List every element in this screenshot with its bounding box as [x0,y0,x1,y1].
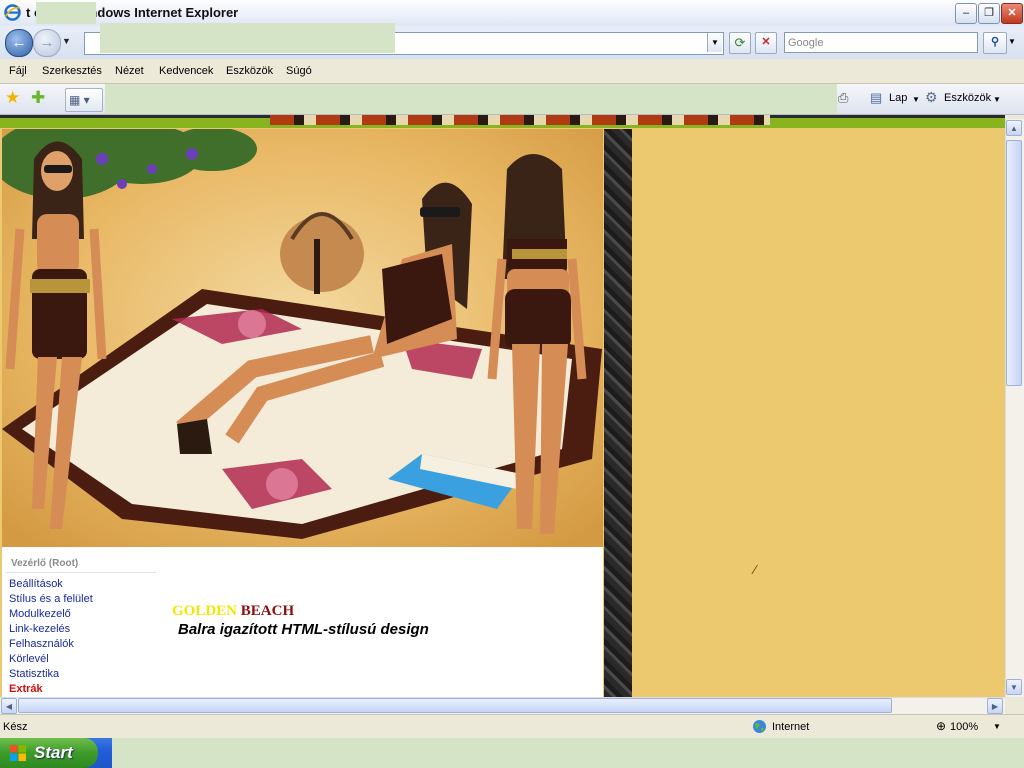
sidebar-item-users[interactable]: Felhasználók [9,638,74,650]
security-zone: Internet [772,721,810,733]
windows-logo-icon [9,744,27,762]
globe-icon [752,719,767,734]
sidebar-item-statistics[interactable]: Statisztika [9,668,59,680]
back-button[interactable]: ← [5,29,33,57]
scroll-down-button[interactable]: ▼ [1006,679,1022,695]
print-icon[interactable]: ⎙ [838,90,848,106]
menu-help[interactable]: Súgó [286,65,312,77]
title-beach: BEACH [240,603,295,619]
redacted-region [36,2,96,24]
favorites-star-icon[interactable]: ★ [5,88,20,108]
gear-icon[interactable]: ⚙ [925,89,938,106]
page-menu[interactable]: Lap [889,92,907,104]
scroll-left-button[interactable]: ◀ [1,698,17,714]
horizontal-scroll-thumb[interactable] [18,698,892,713]
redacted-region [100,23,395,53]
menu-bar [0,59,1024,84]
sidebar-heading: Vezérlő (Root) [11,558,79,569]
redacted-region [112,738,1024,768]
vertical-scroll-thumb[interactable] [1006,140,1022,386]
sidebar-item-style[interactable]: Stílus és a felület [9,593,93,605]
tools-menu[interactable]: Eszközök [944,92,991,104]
page-icon[interactable]: ▤ [870,90,882,106]
menu-favorites[interactable]: Kedvencek [159,65,213,77]
add-favorite-icon[interactable]: ✚ [31,88,45,108]
beach-header-image [2,129,603,547]
sidebar-item-links[interactable]: Link-kezelés [9,623,70,635]
zoom-level[interactable]: 100% [950,721,978,733]
refresh-button[interactable]: ⟳ [729,32,751,54]
forward-button[interactable]: → [33,29,61,57]
status-text: Kész [3,721,28,733]
ie-logo-icon [4,4,21,21]
scroll-up-button[interactable]: ▲ [1006,120,1022,136]
recent-pages-dropdown[interactable]: ▼ [62,36,71,46]
redacted-region [105,84,837,114]
quick-tabs-button[interactable]: ▦ ▾ [65,88,103,112]
sidebar-item-newsletter[interactable]: Körlevél [9,653,49,665]
maximize-button[interactable]: ❐ [978,3,1000,24]
menu-tools[interactable]: Eszközök [226,65,273,77]
chevron-down-icon[interactable]: ▼ [993,722,1001,731]
divider [6,572,156,573]
close-button[interactable]: ✕ [1001,3,1023,24]
title-golden: GOLDEN [172,603,238,619]
search-options-dropdown[interactable]: ▼ [1008,37,1016,46]
stop-button[interactable]: ✕ [755,32,777,54]
zoom-icon[interactable]: ⊕ [936,719,946,733]
search-button[interactable]: ⚲ [983,32,1007,54]
address-dropdown-button[interactable]: ▼ [707,33,722,52]
minimize-button[interactable]: – [955,3,977,24]
page-subtitle: Balra igazított HTML-stílusú design [178,621,429,638]
sidebar-item-settings[interactable]: Beállítások [9,578,63,590]
menu-edit[interactable]: Szerkesztés [42,65,102,77]
chevron-down-icon[interactable]: ▼ [912,95,920,104]
decorative-pattern-strip [604,129,632,697]
mouse-cursor-icon: ⁄ [754,562,757,577]
page-title: GOLDEN BEACH [172,603,294,620]
search-input[interactable]: Google [784,32,978,53]
sidebar-item-modules[interactable]: Modulkezelő [9,608,71,620]
scroll-right-button[interactable]: ▶ [987,698,1003,714]
header-pattern [270,115,770,125]
chevron-down-icon[interactable]: ▼ [993,95,1001,104]
menu-file[interactable]: Fájl [9,65,27,77]
menu-view[interactable]: Nézet [115,65,144,77]
status-bar [0,714,1024,739]
sidebar-item-extras[interactable]: Extrák [9,683,43,695]
